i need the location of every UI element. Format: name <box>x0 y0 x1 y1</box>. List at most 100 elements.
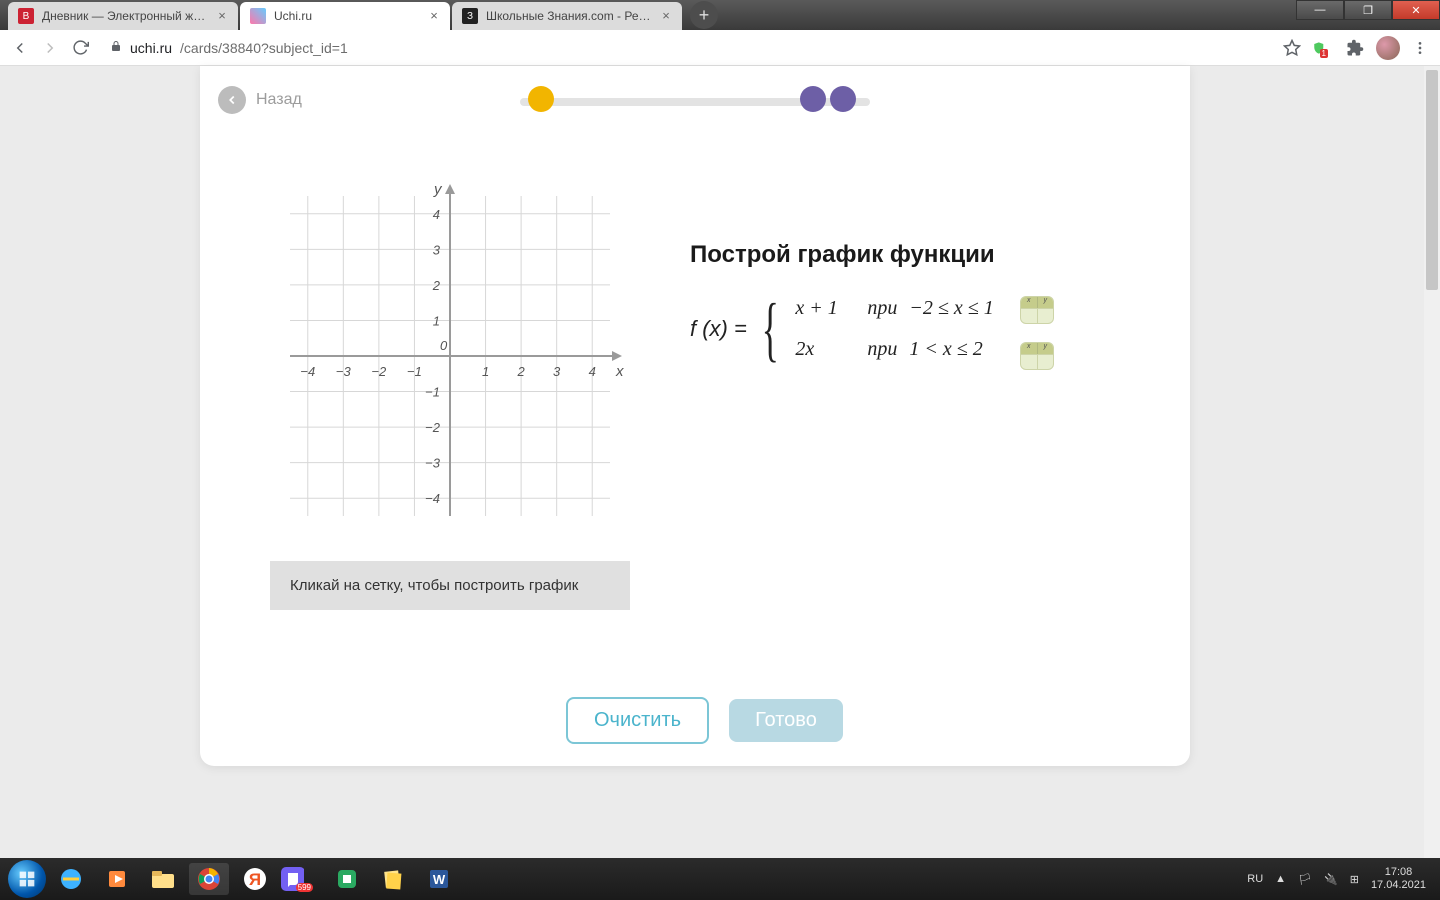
done-button[interactable]: Готово <box>729 699 843 742</box>
chevron-left-icon <box>218 86 246 114</box>
new-tab-button[interactable]: + <box>690 1 718 29</box>
brace-icon: { <box>761 299 778 359</box>
progress-dot-current[interactable] <box>528 86 554 112</box>
svg-text:1: 1 <box>433 313 440 328</box>
coordinate-grid[interactable]: −4−3−2−101234−4−3−2−11234xy <box>270 176 630 541</box>
taskbar-media-icon[interactable] <box>97 863 137 895</box>
taskbar-explorer-icon[interactable] <box>143 863 183 895</box>
taskbar-word-icon[interactable]: W <box>419 863 459 895</box>
svg-text:−2: −2 <box>425 420 441 435</box>
hint-text: Кликай на сетку, чтобы построить график <box>290 577 578 594</box>
tab-0-close-icon[interactable]: × <box>216 10 228 22</box>
taskbar-ie-icon[interactable] <box>51 863 91 895</box>
progress-dot-3[interactable] <box>830 86 856 112</box>
progress-bar <box>520 86 870 116</box>
tray-date: 17.04.2021 <box>1371 879 1426 892</box>
scrollbar-thumb[interactable] <box>1426 70 1438 290</box>
fx-label: f (x) = <box>690 316 747 342</box>
taskbar-notes-icon[interactable] <box>373 863 413 895</box>
lesson-card: Назад −4−3−2−101234−4−3−2−11234xy Кликай… <box>200 66 1190 766</box>
window-titlebar: В Дневник — Электронный журн × Uchi.ru ×… <box>0 0 1440 30</box>
case-0-pri: при <box>867 297 897 320</box>
tray-lang[interactable]: RU <box>1247 873 1263 885</box>
case-1-range: 1 < x ≤ 2 <box>909 338 982 361</box>
svg-text:−2: −2 <box>371 364 387 379</box>
tray-arrow-icon[interactable]: ▲ <box>1275 873 1286 885</box>
svg-text:0: 0 <box>440 338 448 353</box>
svg-text:−1: −1 <box>425 385 440 400</box>
extension-badge: 1 <box>1320 49 1328 58</box>
taskbar-chrome-icon[interactable] <box>189 863 229 895</box>
action-buttons: Очистить Готово <box>566 697 843 744</box>
tab-1[interactable]: Uchi.ru × <box>240 2 450 30</box>
tab-2[interactable]: З Школьные Знания.com - Реша × <box>452 2 682 30</box>
star-icon[interactable] <box>1282 38 1302 58</box>
url-field[interactable]: uchi.ru/cards/38840?subject_id=1 <box>100 36 1272 60</box>
case-row-1: 2x при 1 < x ≤ 2 <box>795 338 993 361</box>
svg-text:4: 4 <box>589 364 596 379</box>
case-1-expr: 2x <box>795 338 855 361</box>
window-minimize-button[interactable]: — <box>1296 0 1344 20</box>
windows-taskbar: Я 599 W RU ▲ 🏳 🔌 ⊞ 17:08 17.04.2021 <box>0 858 1440 900</box>
taskbar-yandex-icon[interactable]: Я <box>235 863 275 895</box>
svg-text:−3: −3 <box>336 364 352 379</box>
svg-text:W: W <box>433 872 446 887</box>
menu-icon[interactable] <box>1410 38 1430 58</box>
case-1-pri: при <box>867 338 897 361</box>
address-bar: uchi.ru/cards/38840?subject_id=1 1 <box>0 30 1440 66</box>
profile-avatar[interactable] <box>1376 36 1400 60</box>
nav-reload-icon[interactable] <box>70 38 90 58</box>
favicon-1 <box>250 8 266 24</box>
viber-badge: 599 <box>296 883 313 892</box>
nav-forward-icon[interactable] <box>40 38 60 58</box>
svg-text:y: y <box>433 181 443 198</box>
tray-clock[interactable]: 17:08 17.04.2021 <box>1371 866 1432 892</box>
back-button[interactable]: Назад <box>218 86 302 114</box>
svg-text:x: x <box>615 363 624 380</box>
svg-text:1: 1 <box>482 364 489 379</box>
favicon-2: З <box>462 8 478 24</box>
vertical-scrollbar[interactable] <box>1424 66 1440 858</box>
taskbar-app1-icon[interactable] <box>327 863 367 895</box>
favicon-0: В <box>18 8 34 24</box>
url-host: uchi.ru <box>130 40 172 56</box>
tab-0-title: Дневник — Электронный журн <box>42 9 208 23</box>
lock-icon <box>110 40 122 55</box>
system-tray: RU ▲ 🏳 🔌 ⊞ 17:08 17.04.2021 <box>1247 866 1432 892</box>
svg-text:2: 2 <box>432 278 441 293</box>
case-0-expr: x + 1 <box>795 297 855 320</box>
svg-text:−4: −4 <box>300 364 315 379</box>
progress-dot-2[interactable] <box>800 86 826 112</box>
table-button-1[interactable]: xy <box>1020 342 1054 370</box>
clear-button[interactable]: Очистить <box>566 697 709 744</box>
svg-text:−4: −4 <box>425 491 440 506</box>
extension-adguard-icon[interactable]: 1 <box>1312 37 1334 59</box>
browser-tabs: В Дневник — Электронный журн × Uchi.ru ×… <box>0 0 1296 30</box>
case-row-0: x + 1 при −2 ≤ x ≤ 1 <box>795 297 993 320</box>
svg-text:−1: −1 <box>407 364 422 379</box>
window-close-button[interactable]: ✕ <box>1392 0 1440 20</box>
table-button-0[interactable]: xy <box>1020 296 1054 324</box>
tray-network-icon[interactable]: 🔌 <box>1324 873 1338 886</box>
back-label: Назад <box>256 91 302 109</box>
tray-flag-icon[interactable]: 🏳 <box>1298 873 1312 886</box>
start-button[interactable] <box>8 860 46 898</box>
svg-text:3: 3 <box>553 364 561 379</box>
url-path: /cards/38840?subject_id=1 <box>180 40 348 56</box>
tab-2-close-icon[interactable]: × <box>660 10 672 22</box>
extensions-icon[interactable] <box>1344 37 1366 59</box>
problem-statement: Построй график функции f (x) = { x + 1 п… <box>690 241 1160 361</box>
window-maximize-button[interactable]: ❐ <box>1344 0 1392 20</box>
taskbar-viber-icon[interactable]: 599 <box>281 863 321 895</box>
svg-text:−3: −3 <box>425 456 441 471</box>
nav-back-icon[interactable] <box>10 38 30 58</box>
tab-1-close-icon[interactable]: × <box>428 10 440 22</box>
page-viewport: Назад −4−3−2−101234−4−3−2−11234xy Кликай… <box>0 66 1440 858</box>
function-cases: x + 1 при −2 ≤ x ≤ 1 2x при 1 < x ≤ 2 <box>795 297 993 361</box>
tab-1-title: Uchi.ru <box>274 9 420 23</box>
tab-0[interactable]: В Дневник — Электронный журн × <box>8 2 238 30</box>
tray-time: 17:08 <box>1371 866 1426 879</box>
tray-action-icon[interactable]: ⊞ <box>1350 873 1359 886</box>
hint-box: Кликай на сетку, чтобы построить график <box>270 561 630 610</box>
problem-title: Построй график функции <box>690 241 1160 269</box>
